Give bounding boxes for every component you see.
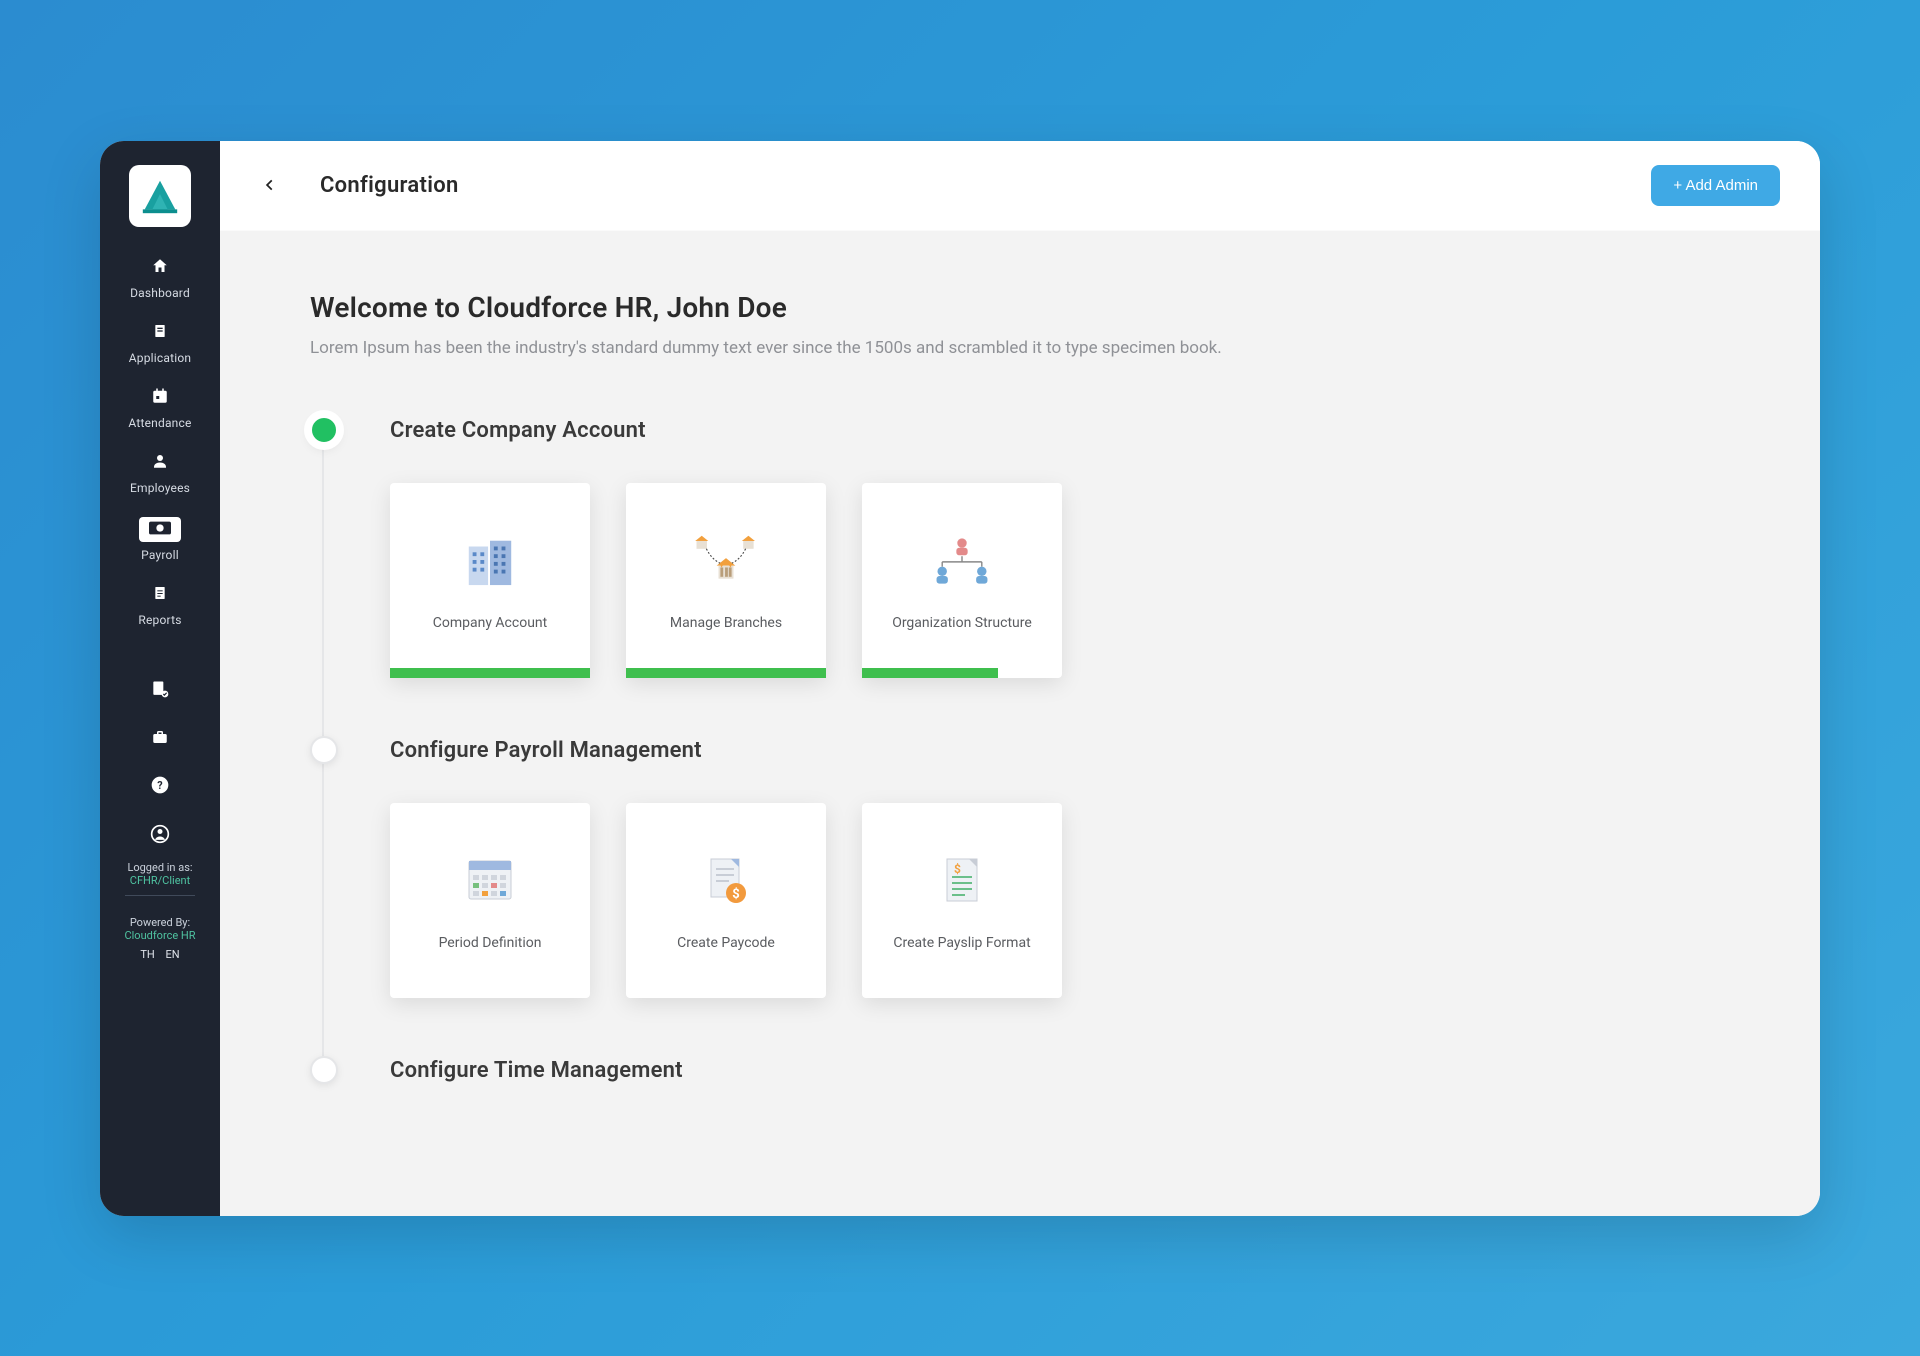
branches-icon [691,528,761,592]
sidebar-item-payroll[interactable]: Payroll [100,507,220,574]
welcome-subtitle: Lorem Ipsum has been the industry's stan… [310,338,1730,358]
card-label: Manage Branches [670,614,782,633]
lang-en[interactable]: EN [166,948,180,961]
sidebar-item-label: Dashboard [130,286,190,300]
back-button[interactable] [250,165,290,205]
sidebar-item-attendance[interactable]: Attendance [100,377,220,442]
step-cards: Period Definition [390,803,1730,998]
sidebar-item-label: Attendance [128,416,191,430]
card-label: Create Payslip Format [893,934,1030,953]
sidebar-item-label: Application [129,351,191,365]
divider [125,895,195,896]
add-admin-button[interactable]: + Add Admin [1651,165,1780,206]
svg-text:$: $ [732,887,739,902]
sidebar-item-label: Reports [138,613,181,627]
profile-icon[interactable] [150,824,170,849]
card-manage-branches[interactable]: Manage Branches [626,483,826,678]
powered-by-label: Powered By: [100,916,220,929]
powered-by-block: Powered By: Cloudforce HR [100,916,220,942]
card-label: Organization Structure [892,614,1032,633]
user-icon [151,452,169,475]
step-configure-payroll: Configure Payroll Management [310,738,1730,998]
calendar-icon [151,387,169,410]
calendar-grid-icon [455,848,525,912]
card-organization-structure[interactable]: Organization Structure [862,483,1062,678]
logged-in-block: Logged in as: CFHR/Client [100,861,220,887]
help-icon[interactable]: ? [150,775,170,800]
card-period-definition[interactable]: Period Definition [390,803,590,998]
welcome-title: Welcome to Cloudforce HR, John Doe [310,291,1730,324]
language-switcher: TH EN [136,948,183,961]
step-configure-time: Configure Time Management [310,1058,1730,1083]
step-title: Create Company Account [390,418,1730,443]
card-company-account[interactable]: Company Account [390,483,590,678]
paycode-icon: $ [691,848,761,912]
lang-th[interactable]: TH [140,948,154,961]
sidebar-item-label: Payroll [141,548,179,562]
step-title: Configure Payroll Management [390,738,1730,763]
progress-bar [862,668,998,678]
card-create-paycode[interactable]: $ Create Paycode [626,803,826,998]
app-window: Dashboard Application Attendance Employe… [100,141,1820,1216]
step-dot [310,1056,338,1084]
step-create-company: Create Company Account [310,418,1730,678]
logo [129,165,191,227]
buildings-icon [455,528,525,592]
sidebar: Dashboard Application Attendance Employe… [100,141,220,1216]
sidebar-utility-icons: ? [150,679,170,849]
sidebar-item-employees[interactable]: Employees [100,442,220,507]
home-icon [151,257,169,280]
card-create-payslip-format[interactable]: $ Create Payslip Format [862,803,1062,998]
card-label: Period Definition [439,934,542,953]
checklist-icon[interactable] [150,679,170,704]
money-icon [149,519,171,540]
briefcase-icon[interactable] [150,728,170,751]
main-area: Configuration + Add Admin Welcome to Clo… [220,141,1820,1216]
content: Welcome to Cloudforce HR, John Doe Lorem… [220,231,1820,1216]
logged-in-label: Logged in as: [100,861,220,874]
sidebar-item-application[interactable]: Application [100,312,220,377]
org-chart-icon [927,528,997,592]
progress-bar [390,668,590,678]
steps-timeline: Create Company Account [310,418,1730,1083]
sidebar-item-reports[interactable]: Reports [100,574,220,639]
step-title: Configure Time Management [390,1058,1730,1083]
step-dot [310,736,338,764]
report-icon [152,584,168,607]
step-cards: Company Account [390,483,1730,678]
powered-by-value[interactable]: Cloudforce HR [100,929,220,942]
sidebar-item-label: Employees [130,481,190,495]
card-label: Create Paycode [677,934,775,953]
document-icon [152,322,168,345]
step-dot-active [310,416,338,444]
card-label: Company Account [433,614,547,633]
sidebar-item-dashboard[interactable]: Dashboard [100,247,220,312]
logged-in-value[interactable]: CFHR/Client [100,874,220,887]
payslip-icon: $ [927,848,997,912]
page-title: Configuration [320,173,459,198]
progress-bar [626,668,826,678]
svg-text:?: ? [157,779,162,792]
svg-text:$: $ [954,862,961,876]
topbar: Configuration + Add Admin [220,141,1820,231]
